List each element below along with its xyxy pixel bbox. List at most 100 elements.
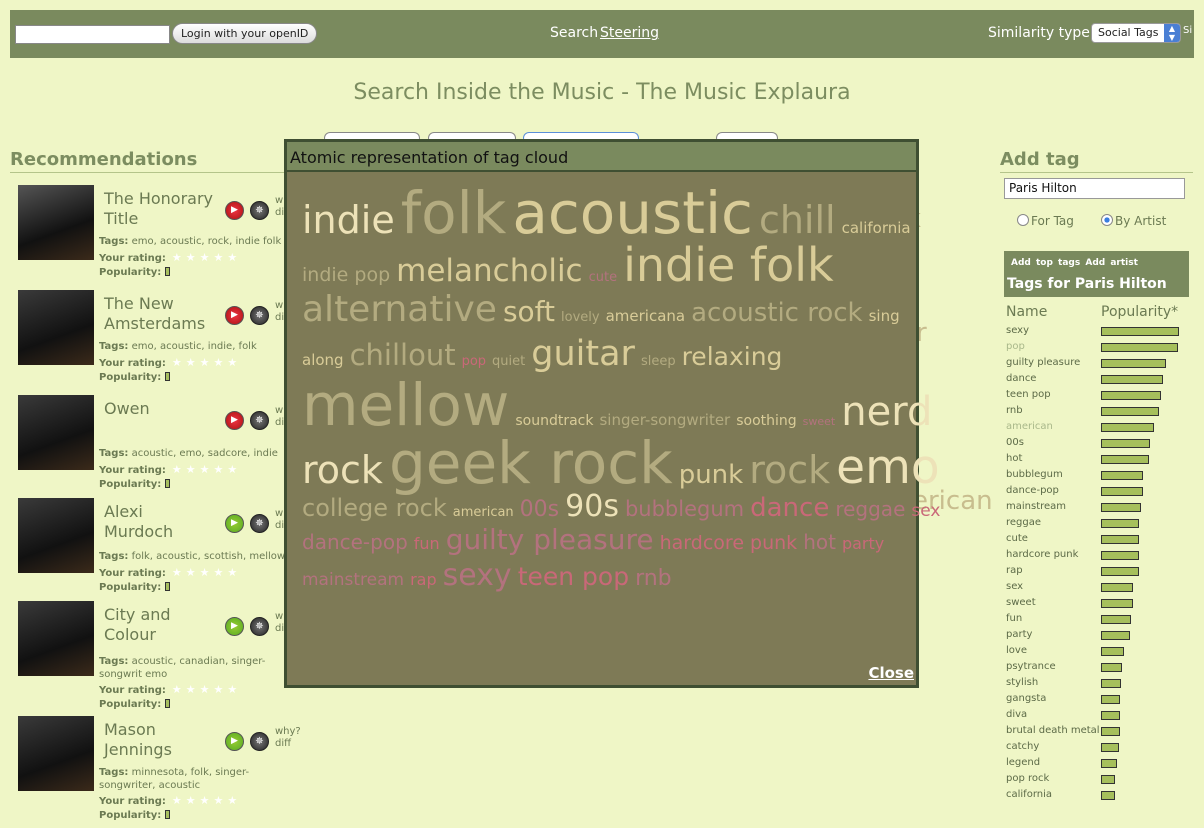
tag-row[interactable]: bubblegum [1006, 468, 1196, 484]
tag-row[interactable]: catchy [1006, 740, 1196, 756]
cloud-tag[interactable]: hardcore punk [660, 525, 798, 561]
tag-row[interactable]: sweet [1006, 596, 1196, 612]
cloud-tag[interactable]: bubblegum [625, 494, 744, 524]
why-link[interactable]: w [275, 300, 283, 311]
rating-stars[interactable]: ★★★★★ [172, 566, 241, 579]
rating-stars[interactable]: ★★★★★ [172, 356, 241, 369]
cloud-tag[interactable]: rap [410, 562, 437, 598]
tag-row[interactable]: fun [1006, 612, 1196, 628]
artist-thumbnail[interactable] [18, 185, 94, 260]
play-button[interactable]: ▶ [225, 201, 244, 220]
cloud-tag[interactable]: folk [401, 184, 507, 242]
tag-input[interactable]: Paris Hilton [1004, 178, 1185, 199]
add-top-tags-link[interactable]: Add top tags [1011, 258, 1080, 268]
cloud-tag[interactable]: 00s [520, 495, 559, 525]
steer-button[interactable]: ✵ [250, 514, 269, 533]
nav-search-link[interactable]: Search [550, 25, 598, 41]
artist-thumbnail[interactable] [18, 601, 94, 676]
close-button[interactable]: Close [868, 664, 914, 682]
rating-stars[interactable]: ★★★★★ [172, 794, 241, 807]
cloud-tag[interactable]: acoustic rock [691, 291, 863, 335]
cloud-tag[interactable]: alternative [302, 288, 497, 332]
artist-name-link[interactable]: The New Amsterdams [104, 294, 214, 334]
tag-row[interactable]: 00s [1006, 436, 1196, 452]
cloud-tag[interactable]: guitar [531, 332, 635, 376]
cloud-tag[interactable]: sing [869, 294, 900, 338]
cloud-tag[interactable]: reggae [835, 494, 905, 524]
artist-thumbnail[interactable] [18, 290, 94, 365]
diff-link[interactable]: diff [275, 738, 291, 749]
play-button[interactable]: ▶ [225, 514, 244, 533]
tag-row[interactable]: love [1006, 644, 1196, 660]
cloud-tag[interactable]: sexy [443, 558, 512, 594]
tag-row[interactable]: dance [1006, 372, 1196, 388]
tag-row[interactable]: american [1006, 420, 1196, 436]
artist-thumbnail[interactable] [18, 395, 94, 470]
artist-thumbnail[interactable] [18, 498, 94, 573]
cloud-tag[interactable]: california [842, 199, 911, 257]
diff-link[interactable]: di [275, 520, 284, 531]
diff-link[interactable]: di [275, 623, 284, 634]
cloud-tag[interactable]: acoustic [512, 184, 753, 242]
steer-button[interactable]: ✵ [250, 732, 269, 751]
steer-button[interactable]: ✵ [250, 201, 269, 220]
tag-row[interactable]: brutal death metal [1006, 724, 1196, 740]
nav-steering-link[interactable]: Steering [600, 25, 659, 41]
tag-row[interactable]: california [1006, 788, 1196, 804]
tag-row[interactable]: sex [1006, 580, 1196, 596]
tag-row[interactable]: hardcore punk [1006, 548, 1196, 564]
artist-thumbnail[interactable] [18, 716, 94, 791]
why-link[interactable]: w [275, 611, 283, 622]
cloud-tag[interactable]: dance-pop [302, 524, 408, 560]
cloud-tag[interactable]: 90s [565, 492, 619, 522]
play-button[interactable]: ▶ [225, 732, 244, 751]
steer-button[interactable]: ✵ [250, 411, 269, 430]
play-button[interactable]: ▶ [225, 411, 244, 430]
by-artist-radio[interactable]: By Artist [1101, 214, 1166, 228]
cloud-tag[interactable]: nerd [841, 383, 932, 441]
tag-row[interactable]: pop [1006, 340, 1196, 356]
cloud-tag[interactable]: sex [911, 496, 940, 526]
why-link[interactable]: w [275, 195, 283, 206]
cloud-tag[interactable]: mainstream [302, 562, 404, 598]
cloud-tag[interactable]: soft [503, 290, 555, 334]
tag-row[interactable]: party [1006, 628, 1196, 644]
why-link[interactable]: w [275, 405, 283, 416]
tag-row[interactable]: legend [1006, 756, 1196, 772]
artist-name-link[interactable]: Mason Jennings [104, 720, 214, 760]
diff-link[interactable]: di [275, 207, 284, 218]
cloud-tag[interactable]: rnb [635, 561, 672, 597]
tag-row[interactable]: hot [1006, 452, 1196, 468]
cloud-tag[interactable]: teen pop [518, 559, 629, 595]
login-button[interactable]: Login with your openID [172, 23, 318, 44]
cloud-tag[interactable]: relaxing [682, 335, 783, 379]
diff-link[interactable]: di [275, 417, 284, 428]
tag-row[interactable]: diva [1006, 708, 1196, 724]
why-link[interactable]: why? [275, 726, 301, 737]
tag-row[interactable]: guilty pleasure [1006, 356, 1196, 372]
artist-name-link[interactable]: City and Colour [104, 605, 214, 645]
cloud-tag[interactable]: fun [414, 526, 440, 562]
tag-row[interactable]: cute [1006, 532, 1196, 548]
cloud-tag[interactable]: dance [750, 493, 829, 523]
rating-stars[interactable]: ★★★★★ [172, 251, 241, 264]
rating-stars[interactable]: ★★★★★ [172, 463, 241, 476]
play-button[interactable]: ▶ [225, 306, 244, 325]
openid-input[interactable] [15, 25, 170, 44]
for-tag-radio[interactable]: For Tag [1017, 214, 1074, 228]
steer-button[interactable]: ✵ [250, 617, 269, 636]
cloud-tag[interactable]: rock [749, 441, 830, 499]
steer-button[interactable]: ✵ [250, 306, 269, 325]
cloud-tag[interactable]: guilty pleasure [446, 522, 654, 558]
add-artist-link[interactable]: Add artist [1085, 258, 1138, 268]
tag-row[interactable]: teen pop [1006, 388, 1196, 404]
cloud-tag[interactable]: emo [836, 439, 939, 497]
cloud-tag[interactable]: geek rock [389, 434, 673, 492]
tag-row[interactable]: pop rock [1006, 772, 1196, 788]
play-button[interactable]: ▶ [225, 617, 244, 636]
tag-row[interactable]: stylish [1006, 676, 1196, 692]
cloud-tag[interactable]: party [842, 526, 884, 562]
artist-name-link[interactable]: The Honorary Title [104, 189, 214, 229]
tag-row[interactable]: reggae [1006, 516, 1196, 532]
tag-row[interactable]: gangsta [1006, 692, 1196, 708]
